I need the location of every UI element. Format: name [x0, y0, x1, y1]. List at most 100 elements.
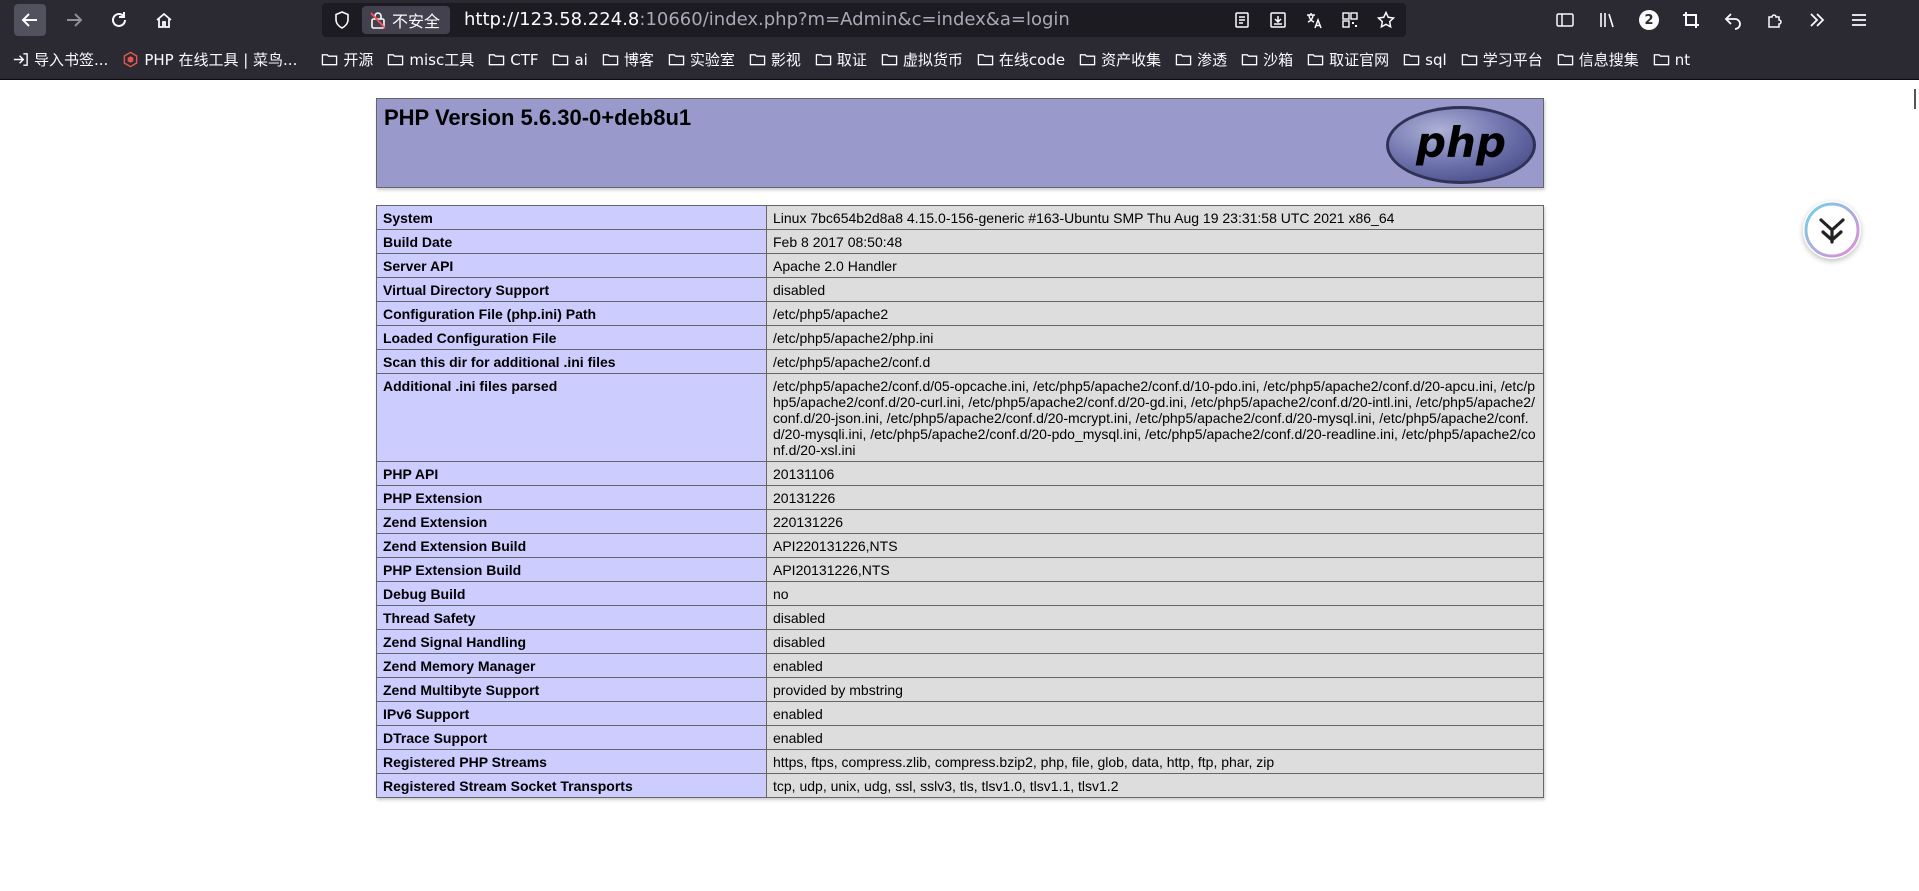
insecure-label: 不安全: [392, 12, 441, 31]
row-value: /etc/php5/apache2/conf.d/05-opcache.ini,…: [766, 373, 1544, 462]
floating-extension-button[interactable]: [1803, 201, 1861, 259]
phpinfo-table: System Linux 7bc654b2d8a8 4.15.0-156-gene…: [376, 205, 1544, 798]
bookmark-folder-19[interactable]: nt: [1653, 51, 1690, 69]
tracking-shield-icon[interactable]: [332, 10, 352, 30]
folder-icon: [1461, 54, 1477, 66]
row-key: Registered Stream Socket Transports: [376, 773, 767, 798]
row-value: https, ftps, compress.zlib, compress.bzi…: [766, 749, 1544, 774]
bookmark-label: sql: [1425, 50, 1447, 69]
table-row: Scan this dir for additional .ini files /…: [376, 349, 1544, 374]
bookmark-folder-11[interactable]: 在线code: [977, 49, 1065, 70]
folder-icon: [668, 54, 685, 66]
bookmark-folder-8[interactable]: 影视: [749, 49, 801, 70]
table-row: Thread Safety disabled: [376, 605, 1544, 630]
bookmark-label: 沙箱: [1263, 51, 1294, 69]
app-menu-button[interactable]: [1842, 4, 1876, 36]
bookmark-item-1[interactable]: PHP 在线工具 | 菜鸟...: [122, 49, 297, 70]
bookmark-folder-2[interactable]: 开源: [321, 49, 373, 70]
table-row: Additional .ini files parsed/etc/php5/ap…: [376, 373, 1544, 462]
row-key: PHP Extension: [376, 485, 767, 510]
back-button[interactable]: [14, 4, 46, 36]
bookmark-folder-4[interactable]: CTF: [488, 51, 538, 69]
bookmark-folder-5[interactable]: ai: [552, 51, 588, 69]
arrow-left-icon: [21, 13, 37, 27]
table-row: Zend Extension 220131226: [376, 509, 1544, 534]
bookmark-folder-17[interactable]: 学习平台: [1461, 49, 1543, 70]
folder-icon: [749, 54, 766, 66]
bookmark-label: 学习平台: [1482, 51, 1543, 69]
bookmark-folder-16[interactable]: sql: [1403, 51, 1447, 69]
row-value: Feb 8 2017 08:50:48: [766, 229, 1544, 254]
row-value: API20131226,NTS: [766, 557, 1544, 582]
download-tray-icon: [1270, 12, 1286, 28]
table-row: Build Date Feb 8 2017 08:50:48: [376, 229, 1544, 254]
address-bar[interactable]: 不安全 http://123.58.224.8:10660/index.php?…: [322, 3, 1406, 37]
translate-icon: [1307, 13, 1322, 29]
bookmark-label: 实验室: [689, 51, 735, 69]
row-key: Scan this dir for additional .ini files: [376, 349, 767, 374]
row-value: API220131226,NTS: [766, 533, 1544, 558]
folder-icon: [1557, 54, 1573, 66]
row-key: Server API: [376, 253, 767, 278]
page-scrollbar[interactable]: [1914, 89, 1916, 109]
sidebar-button[interactable]: [1548, 4, 1582, 36]
reader-view-icon: [1235, 12, 1249, 28]
reader-view-button[interactable]: [1230, 8, 1254, 32]
bookmark-folder-6[interactable]: 博客: [602, 49, 654, 70]
folder-icon: [815, 54, 832, 66]
translate-button[interactable]: [1302, 8, 1326, 32]
bookmarks-toolbar: 导入书签... PHP 在线工具 | 菜鸟... 开源 misc工具 CTF ai 博客 实验…: [0, 40, 1919, 80]
bookmark-folder-18[interactable]: 信息搜集: [1557, 49, 1639, 70]
extensions-button[interactable]: [1758, 4, 1792, 36]
extension-badge-button[interactable]: 2: [1632, 4, 1666, 36]
row-value: 20131226: [766, 485, 1544, 510]
row-key: Debug Build: [376, 581, 767, 606]
overflow-button[interactable]: [1800, 4, 1834, 36]
bookmark-star-button[interactable]: [1374, 8, 1398, 32]
table-row: Configuration File (php.ini) Path/etc/ph…: [376, 301, 1544, 326]
bookmark-folder-12[interactable]: 资产收集: [1079, 49, 1161, 70]
sidebar-icon: [1556, 13, 1574, 27]
table-row: PHP Extension 20131226: [376, 485, 1544, 510]
qr-code-button[interactable]: [1338, 8, 1362, 32]
site-security-indicator[interactable]: 不安全: [362, 6, 451, 34]
double-chevron-icon: [1810, 13, 1825, 27]
table-row: Registered PHP Streams https, ftps, compr…: [376, 749, 1544, 774]
table-row: Loaded Configuration File/etc/php5/apach…: [376, 325, 1544, 350]
bookmark-folder-10[interactable]: 虚拟货币: [881, 49, 963, 70]
forward-button[interactable]: [58, 4, 90, 36]
row-key: Thread Safety: [376, 605, 767, 630]
row-value: disabled: [766, 277, 1544, 302]
row-key: Additional .ini files parsed: [376, 373, 767, 462]
phpinfo-container: PHP Version 5.6.30-0+deb8u1 php System Li…: [376, 98, 1544, 798]
bookmark-label: 资产收集: [1101, 51, 1162, 69]
bookmark-folder-13[interactable]: 渗透: [1175, 49, 1227, 70]
row-value: disabled: [766, 605, 1544, 630]
puzzle-icon: [1768, 14, 1782, 28]
screenshot-button[interactable]: [1674, 4, 1708, 36]
bookmark-label: 开源: [343, 51, 374, 69]
library-button[interactable]: [1590, 4, 1624, 36]
bookmark-item-0[interactable]: 导入书签...: [12, 49, 108, 70]
bookmark-folder-14[interactable]: 沙箱: [1241, 49, 1293, 70]
row-value: /etc/php5/apache2: [766, 301, 1544, 326]
row-key: Build Date: [376, 229, 767, 254]
row-key: Zend Signal Handling: [376, 629, 767, 654]
table-row: Server API Apache 2.0 Handler: [376, 253, 1544, 278]
bookmark-folder-3[interactable]: misc工具: [387, 49, 474, 70]
bookmark-folder-9[interactable]: 取证: [815, 49, 867, 70]
bookmark-folder-15[interactable]: 取证官网: [1307, 49, 1389, 70]
row-key: Zend Extension Build: [376, 533, 767, 558]
save-page-button[interactable]: [1266, 8, 1290, 32]
library-icon: [1600, 13, 1614, 28]
url-host: http://123.58.224.8: [464, 9, 640, 30]
undo-button[interactable]: [1716, 4, 1750, 36]
bookmark-folder-7[interactable]: 实验室: [668, 49, 735, 70]
reload-button[interactable]: [103, 4, 135, 36]
url-input[interactable]: http://123.58.224.8:10660/index.php?m=Ad…: [464, 3, 1070, 37]
home-button[interactable]: [148, 4, 180, 36]
bookmark-label: 博客: [623, 51, 654, 69]
folder-icon: [488, 54, 505, 66]
table-row: IPv6 Support enabled: [376, 701, 1544, 726]
extension-logo-icon: [1804, 202, 1860, 258]
